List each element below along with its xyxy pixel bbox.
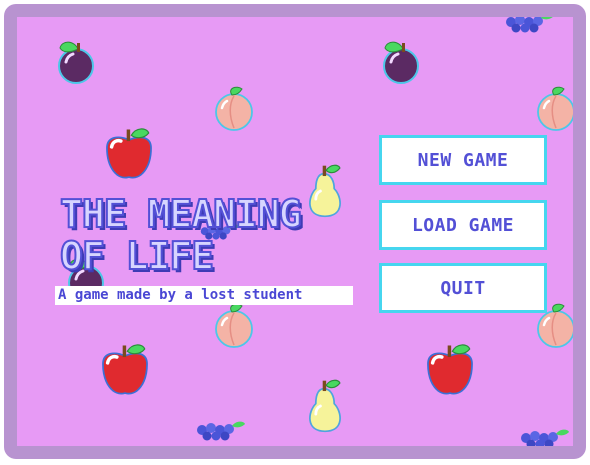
new-game-button[interactable]: NEW GAME — [379, 135, 547, 185]
apple-icon — [101, 343, 149, 396]
plum-icon — [57, 40, 95, 85]
game-subtitle: A game made by a lost student — [55, 286, 353, 305]
pear-icon — [308, 163, 342, 218]
peach-icon — [536, 86, 573, 132]
plum-icon — [382, 40, 420, 85]
blueberries-icon — [521, 429, 569, 446]
blueberries-icon — [506, 17, 554, 33]
peach-icon — [214, 303, 254, 349]
pear-icon — [308, 378, 342, 433]
apple-icon — [426, 343, 474, 396]
title-line-1: THE MEANING — [59, 192, 303, 236]
apple-icon — [105, 127, 153, 180]
quit-button[interactable]: QUIT — [379, 263, 547, 313]
blueberries-icon — [197, 421, 245, 441]
game-title: THE MEANING OF LIFE — [59, 192, 303, 278]
load-game-button[interactable]: LOAD GAME — [379, 200, 547, 250]
title-line-2: OF LIFE — [59, 234, 215, 278]
peach-icon — [214, 86, 254, 132]
